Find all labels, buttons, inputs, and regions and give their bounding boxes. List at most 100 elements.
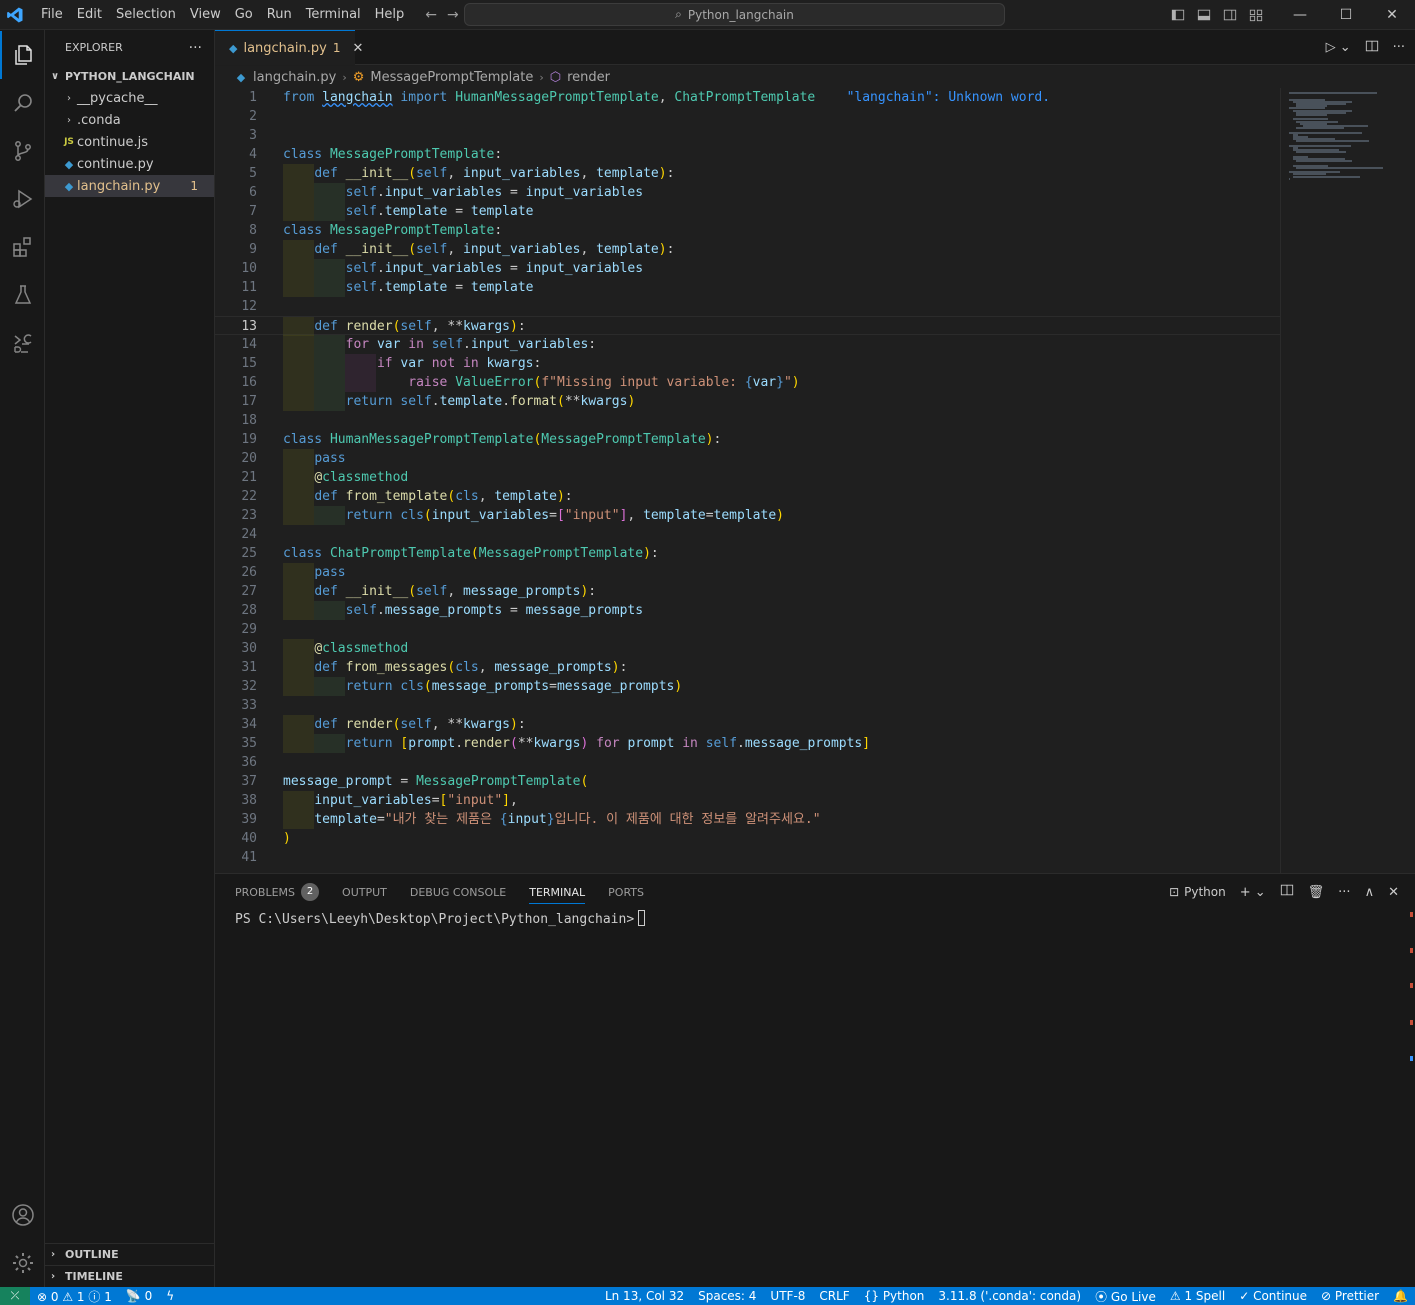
- code-line[interactable]: 18: [215, 411, 1280, 430]
- new-terminal-icon[interactable]: + ⌄: [1240, 885, 1266, 900]
- tab-terminal[interactable]: TERMINAL: [529, 874, 585, 910]
- code-line[interactable]: 22 def from_template(cls, template):: [215, 487, 1280, 506]
- maximize-icon[interactable]: ☐: [1323, 0, 1369, 30]
- search-view-icon[interactable]: [0, 79, 45, 127]
- problems-status[interactable]: ⊗ 0 ⚠ 1 ⓘ 1: [30, 1288, 119, 1305]
- continue-extension[interactable]: ✓ Continue: [1232, 1289, 1314, 1303]
- code-line[interactable]: 27 def __init__(self, message_prompts):: [215, 582, 1280, 601]
- maximize-panel-icon[interactable]: ∧: [1365, 885, 1375, 900]
- tree-item-pycache[interactable]: › __pycache__: [45, 87, 214, 109]
- menu-run[interactable]: Run: [260, 0, 299, 30]
- back-arrow-icon[interactable]: ←: [425, 7, 437, 23]
- code-line[interactable]: 34 def render(self, **kwargs):: [215, 715, 1280, 734]
- terminal-output[interactable]: PS C:\Users\Leeyh\Desktop\Project\Python…: [235, 910, 646, 929]
- code-line[interactable]: 25 class ChatPromptTemplate(MessagePrompt…: [215, 544, 1280, 563]
- breadcrumb-file[interactable]: langchain.py: [253, 70, 336, 85]
- remote-explorer-icon[interactable]: [0, 319, 45, 367]
- end-of-line[interactable]: CRLF: [812, 1289, 856, 1303]
- code-line[interactable]: 29: [215, 620, 1280, 639]
- source-control-icon[interactable]: [0, 127, 45, 175]
- indentation[interactable]: Spaces: 4: [691, 1289, 763, 1303]
- close-tab-icon[interactable]: ✕: [352, 41, 363, 56]
- code-line[interactable]: 41: [215, 848, 1280, 867]
- code-line[interactable]: 39 template="내가 찾는 제품은 {input}입니다. 이 제품에…: [215, 810, 1280, 829]
- code-line[interactable]: 24: [215, 525, 1280, 544]
- settings-gear-icon[interactable]: [0, 1239, 45, 1287]
- timeline-section[interactable]: › TIMELINE: [45, 1265, 215, 1287]
- tab-langchain-py[interactable]: ◆ langchain.py 1 ✕: [215, 30, 363, 65]
- toggle-secondary-sidebar-icon[interactable]: [1217, 0, 1243, 30]
- menu-go[interactable]: Go: [228, 0, 260, 30]
- code-line[interactable]: 1 from langchain import HumanMessagePromp…: [215, 88, 1280, 107]
- tree-item-langchain-py[interactable]: ◆ langchain.py 1: [45, 175, 214, 197]
- more-actions-icon[interactable]: ···: [1393, 40, 1405, 55]
- split-terminal-icon[interactable]: [1280, 883, 1294, 901]
- go-live[interactable]: ⦿ Go Live: [1088, 1288, 1163, 1305]
- code-line[interactable]: 4 class MessagePromptTemplate:: [215, 145, 1280, 164]
- language-mode[interactable]: {} Python: [857, 1289, 932, 1303]
- tab-ports[interactable]: PORTS: [608, 874, 644, 910]
- prettier-extension[interactable]: ⊘ Prettier: [1314, 1289, 1386, 1303]
- python-interpreter[interactable]: 3.11.8 ('.conda': conda): [931, 1289, 1088, 1303]
- run-python-file-icon[interactable]: ▷ ⌄: [1326, 40, 1351, 55]
- code-line[interactable]: 13 def render(self, **kwargs):: [215, 316, 1280, 336]
- code-line[interactable]: 32 return cls(message_prompts=message_pr…: [215, 677, 1280, 696]
- more-actions-icon[interactable]: ···: [1338, 885, 1350, 900]
- testing-flask-icon[interactable]: [0, 271, 45, 319]
- tab-problems[interactable]: PROBLEMS 2: [235, 874, 320, 910]
- workspace-header[interactable]: ∨ PYTHON_LANGCHAIN: [45, 65, 214, 87]
- terminal-scrollbar[interactable]: [1401, 910, 1415, 1288]
- code-line[interactable]: 37 message_prompt = MessagePromptTemplate…: [215, 772, 1280, 791]
- more-actions-icon[interactable]: ···: [189, 40, 202, 56]
- breadcrumb-method[interactable]: render: [567, 70, 610, 85]
- notifications-bell-icon[interactable]: 🔔: [1386, 1289, 1415, 1303]
- menu-selection[interactable]: Selection: [109, 0, 183, 30]
- remote-indicator-icon[interactable]: ⤫: [0, 1287, 30, 1305]
- menu-file[interactable]: File: [34, 0, 70, 30]
- tab-output[interactable]: OUTPUT: [342, 874, 387, 910]
- code-line[interactable]: 21 @classmethod: [215, 468, 1280, 487]
- minimize-icon[interactable]: —: [1277, 0, 1323, 30]
- code-line[interactable]: 9 def __init__(self, input_variables, te…: [215, 240, 1280, 259]
- tree-item-continue-js[interactable]: JS continue.js: [45, 131, 214, 153]
- code-editor[interactable]: 1 from langchain import HumanMessagePromp…: [215, 88, 1415, 873]
- menu-help[interactable]: Help: [368, 0, 412, 30]
- code-line[interactable]: 7 self.template = template: [215, 202, 1280, 221]
- code-line[interactable]: 10 self.input_variables = input_variable…: [215, 259, 1280, 278]
- code-line[interactable]: 23 return cls(input_variables=["input"],…: [215, 506, 1280, 525]
- cursor-position[interactable]: Ln 13, Col 32: [598, 1289, 691, 1303]
- code-line[interactable]: 3: [215, 126, 1280, 145]
- toggle-panel-icon[interactable]: [1191, 0, 1217, 30]
- code-line[interactable]: 11 self.template = template: [215, 278, 1280, 297]
- encoding[interactable]: UTF-8: [763, 1289, 812, 1303]
- tree-item-conda[interactable]: › .conda: [45, 109, 214, 131]
- customize-layout-icon[interactable]: [1243, 0, 1269, 30]
- toggle-sidebar-icon[interactable]: [1165, 0, 1191, 30]
- code-line[interactable]: 17 return self.template.format(**kwargs): [215, 392, 1280, 411]
- trash-icon[interactable]: 🗑: [1308, 885, 1325, 900]
- code-line[interactable]: 28 self.message_prompts = message_prompt…: [215, 601, 1280, 620]
- code-line[interactable]: 12: [215, 297, 1280, 316]
- code-line[interactable]: 14 for var in self.input_variables:: [215, 335, 1280, 354]
- menu-edit[interactable]: Edit: [70, 0, 109, 30]
- outline-section[interactable]: › OUTLINE: [45, 1243, 215, 1265]
- code-line[interactable]: 30 @classmethod: [215, 639, 1280, 658]
- code-line[interactable]: 20 pass: [215, 449, 1280, 468]
- code-line[interactable]: 6 self.input_variables = input_variables: [215, 183, 1280, 202]
- code-line[interactable]: 19 class HumanMessagePromptTemplate(Messa…: [215, 430, 1280, 449]
- breadcrumb-class[interactable]: MessagePromptTemplate: [370, 70, 533, 85]
- split-editor-icon[interactable]: [1365, 39, 1379, 57]
- menu-terminal[interactable]: Terminal: [299, 0, 368, 30]
- code-line[interactable]: 5 def __init__(self, input_variables, te…: [215, 164, 1280, 183]
- tree-item-continue-py[interactable]: ◆ continue.py: [45, 153, 214, 175]
- code-line[interactable]: 35 return [prompt.render(**kwargs) for p…: [215, 734, 1280, 753]
- explorer-icon[interactable]: [0, 31, 45, 79]
- minimap[interactable]: [1280, 88, 1415, 873]
- forward-arrow-icon[interactable]: →: [447, 7, 459, 23]
- code-line[interactable]: 26 pass: [215, 563, 1280, 582]
- code-line[interactable]: 40): [215, 829, 1280, 848]
- code-line[interactable]: 36: [215, 753, 1280, 772]
- menu-view[interactable]: View: [183, 0, 228, 30]
- lightning-icon[interactable]: ϟ: [159, 1289, 181, 1303]
- code-line[interactable]: 38 input_variables=["input"],: [215, 791, 1280, 810]
